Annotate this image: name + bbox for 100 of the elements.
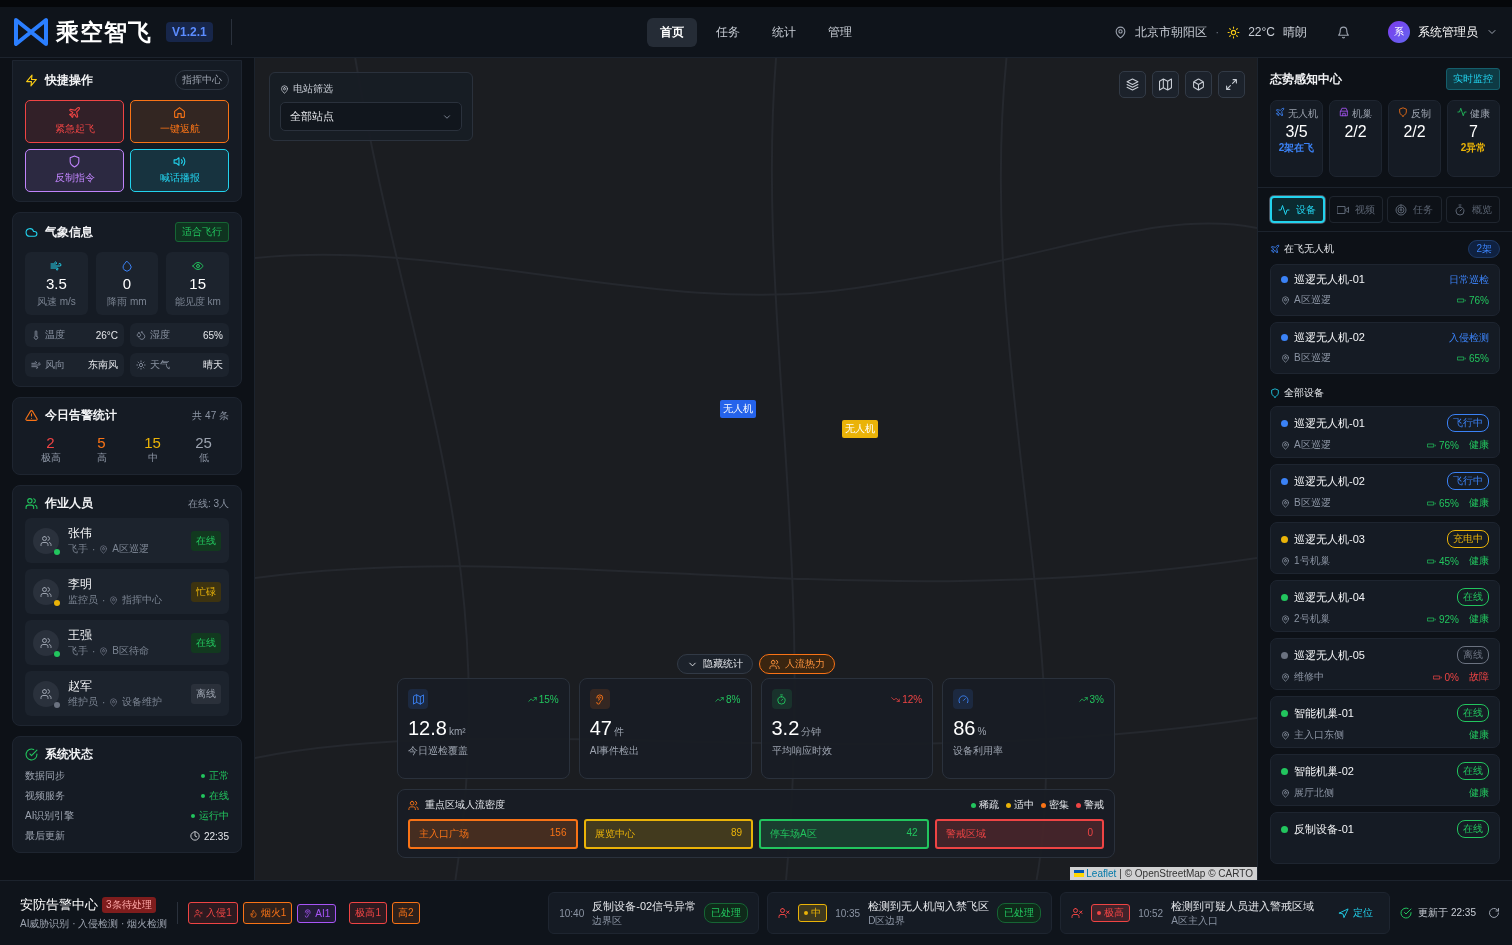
panel-title: 系统状态 (45, 746, 94, 763)
separator-dot: · (102, 594, 106, 606)
battery-icon (1427, 498, 1436, 508)
device-item[interactable]: 智能机巢-01 在线 主入口东侧 健康 (1270, 696, 1500, 748)
nav-tab[interactable]: 统计 (759, 17, 809, 47)
separator-dot: · (102, 696, 106, 708)
zone-density-bar[interactable]: 警戒区域 0 (934, 819, 1104, 849)
cloud-icon (25, 225, 38, 239)
shield-icon (1270, 388, 1280, 398)
3d-view-button[interactable] (1185, 71, 1212, 98)
quick-action-button[interactable]: 反制指令 (25, 149, 124, 192)
heatmap-toggle[interactable]: 人流热力 (759, 654, 835, 674)
legend-label: 适中 (1014, 798, 1034, 812)
device-item[interactable]: 反制设备-01 在线 (1270, 812, 1500, 864)
legend-label: 密集 (1049, 798, 1069, 812)
status-label: 最后更新 (25, 829, 65, 843)
metric-value: 0 (122, 275, 132, 292)
zone-density-bar[interactable]: 展览中心 89 (583, 819, 753, 849)
sun-icon (136, 360, 146, 370)
flying-count-badge: 2架 (1468, 240, 1500, 258)
device-item[interactable]: 巡逻无人机-01 飞行中 A区巡逻 76% 健康 (1270, 406, 1500, 458)
battery-level: 92% (1439, 613, 1459, 625)
device-item[interactable]: 智能机巢-02 在线 展厅北侧 健康 (1270, 754, 1500, 806)
house-icon (173, 106, 186, 119)
trend-text: 15% (527, 693, 559, 705)
alert-filter-chip[interactable]: 极高1 (349, 902, 387, 924)
stat-label: AI事件检出 (589, 744, 641, 758)
summary-label: 无人机 (1288, 107, 1318, 121)
user-name[interactable]: 系统管理员 (1418, 23, 1478, 41)
location-text: 北京市朝阳区 (1135, 23, 1208, 41)
device-item[interactable]: 巡逻无人机-04 在线 2号机巢 92% 健康 (1270, 580, 1500, 632)
quick-action-button[interactable]: 一键返航 (130, 100, 229, 143)
staff-location: 指挥中心 (122, 593, 163, 607)
lightning-icon (25, 73, 38, 87)
alert-filter-chip[interactable]: 入侵1 (188, 902, 238, 924)
send-icon (1338, 907, 1350, 919)
detail-label: 湿度 (150, 328, 170, 342)
plane-icon (1270, 244, 1280, 254)
location-pin-icon (1281, 353, 1290, 363)
layers-button[interactable] (1119, 71, 1146, 98)
event-time: 10:40 (559, 907, 585, 919)
user-x-icon (778, 907, 791, 919)
device-location: A区巡逻 (1294, 438, 1331, 452)
staff-status: 在线 (191, 530, 221, 551)
staff-row[interactable]: 赵军 维护员 · 设备维护 离线 (25, 671, 229, 716)
panel-tab[interactable]: 设备 (1270, 196, 1325, 223)
weather-text: 晴朗 (1283, 23, 1307, 41)
event-time: 10:35 (835, 907, 861, 919)
users-icon (40, 585, 52, 598)
stat-value: 3.2分钟 (771, 717, 823, 740)
zone-density-bar[interactable]: 停车场A区 42 (759, 819, 929, 849)
alert-count: 15 (143, 434, 162, 451)
staff-role: 飞手 (68, 644, 88, 658)
locate-button[interactable]: 定位 (1332, 905, 1380, 921)
zone-density-bar[interactable]: 主入口广场 156 (408, 819, 578, 849)
device-name: 反制设备-01 (1294, 821, 1354, 837)
alert-level-label: 中 (147, 452, 158, 463)
thermometer-icon (31, 330, 41, 340)
clock-icon (189, 831, 200, 841)
map-view-button[interactable] (1152, 71, 1179, 98)
hide-stats-button[interactable]: 隐藏统计 (677, 654, 753, 674)
battery-level: 76% (1469, 294, 1489, 306)
alert-filter-chip[interactable]: 高2 (391, 902, 420, 924)
station-select[interactable]: 全部站点 (280, 102, 462, 131)
location-pin-icon (1281, 788, 1290, 798)
severity-badge: 极高 (1091, 904, 1131, 922)
detail-value: 26°C (95, 329, 118, 341)
device-location: 2号机巢 (1294, 612, 1330, 626)
status-dot (191, 814, 195, 818)
device-item[interactable]: 巡逻无人机-02 飞行中 B区巡逻 65% 健康 (1270, 464, 1500, 516)
version-badge: V1.2.1 (166, 22, 213, 42)
nav-tab[interactable]: 首页 (647, 17, 697, 47)
location-pin-icon (1281, 730, 1290, 740)
stat-value: 47 件 (589, 717, 625, 740)
stat-value: 12.8 km² (408, 717, 467, 740)
quick-action-button[interactable]: 喊话播报 (130, 149, 229, 192)
staff-row[interactable]: 王强 飞手 · B区待命 在线 (25, 620, 229, 665)
alert-filter-chip[interactable]: AI1 (297, 903, 337, 923)
section-title: 全部设备 (1284, 386, 1324, 400)
attribution-text: | © OpenStreetMap © CARTO (1119, 868, 1253, 879)
drone-marker[interactable]: 无人机 (720, 400, 756, 418)
staff-row[interactable]: 李明 监控员 · 指挥中心 忙碌 (25, 569, 229, 614)
warning-icon (25, 409, 38, 422)
nav-tab[interactable]: 任务 (703, 17, 753, 47)
staff-location: B区待命 (112, 644, 149, 658)
device-item[interactable]: 巡逻无人机-03 充电中 1号机巢 45% 健康 (1270, 522, 1500, 574)
flying-drone-item[interactable]: 巡逻无人机-01 日常巡检 A区巡逻 76% (1270, 264, 1500, 316)
flying-drone-item[interactable]: 巡逻无人机-02 入侵检测 B区巡逻 65% (1270, 322, 1500, 374)
device-status: 在线 (1457, 704, 1489, 722)
alert-filter-chip[interactable]: 烟火1 (242, 902, 293, 924)
users-icon (408, 799, 419, 811)
quick-action-button[interactable]: 紧急起飞 (25, 100, 124, 143)
users-icon (40, 687, 52, 700)
device-item[interactable]: 巡逻无人机-05 离线 维修中 0% 故障 (1270, 638, 1500, 690)
staff-row[interactable]: 张伟 飞手 · A区巡逻 在线 (25, 518, 229, 563)
fullscreen-button[interactable] (1218, 71, 1245, 98)
staff-name: 张伟 (68, 525, 93, 542)
live-monitor-badge: 实时监控 (1446, 68, 1500, 90)
nav-tab[interactable]: 管理 (815, 17, 865, 47)
user-avatar[interactable]: 系 (1388, 21, 1410, 43)
